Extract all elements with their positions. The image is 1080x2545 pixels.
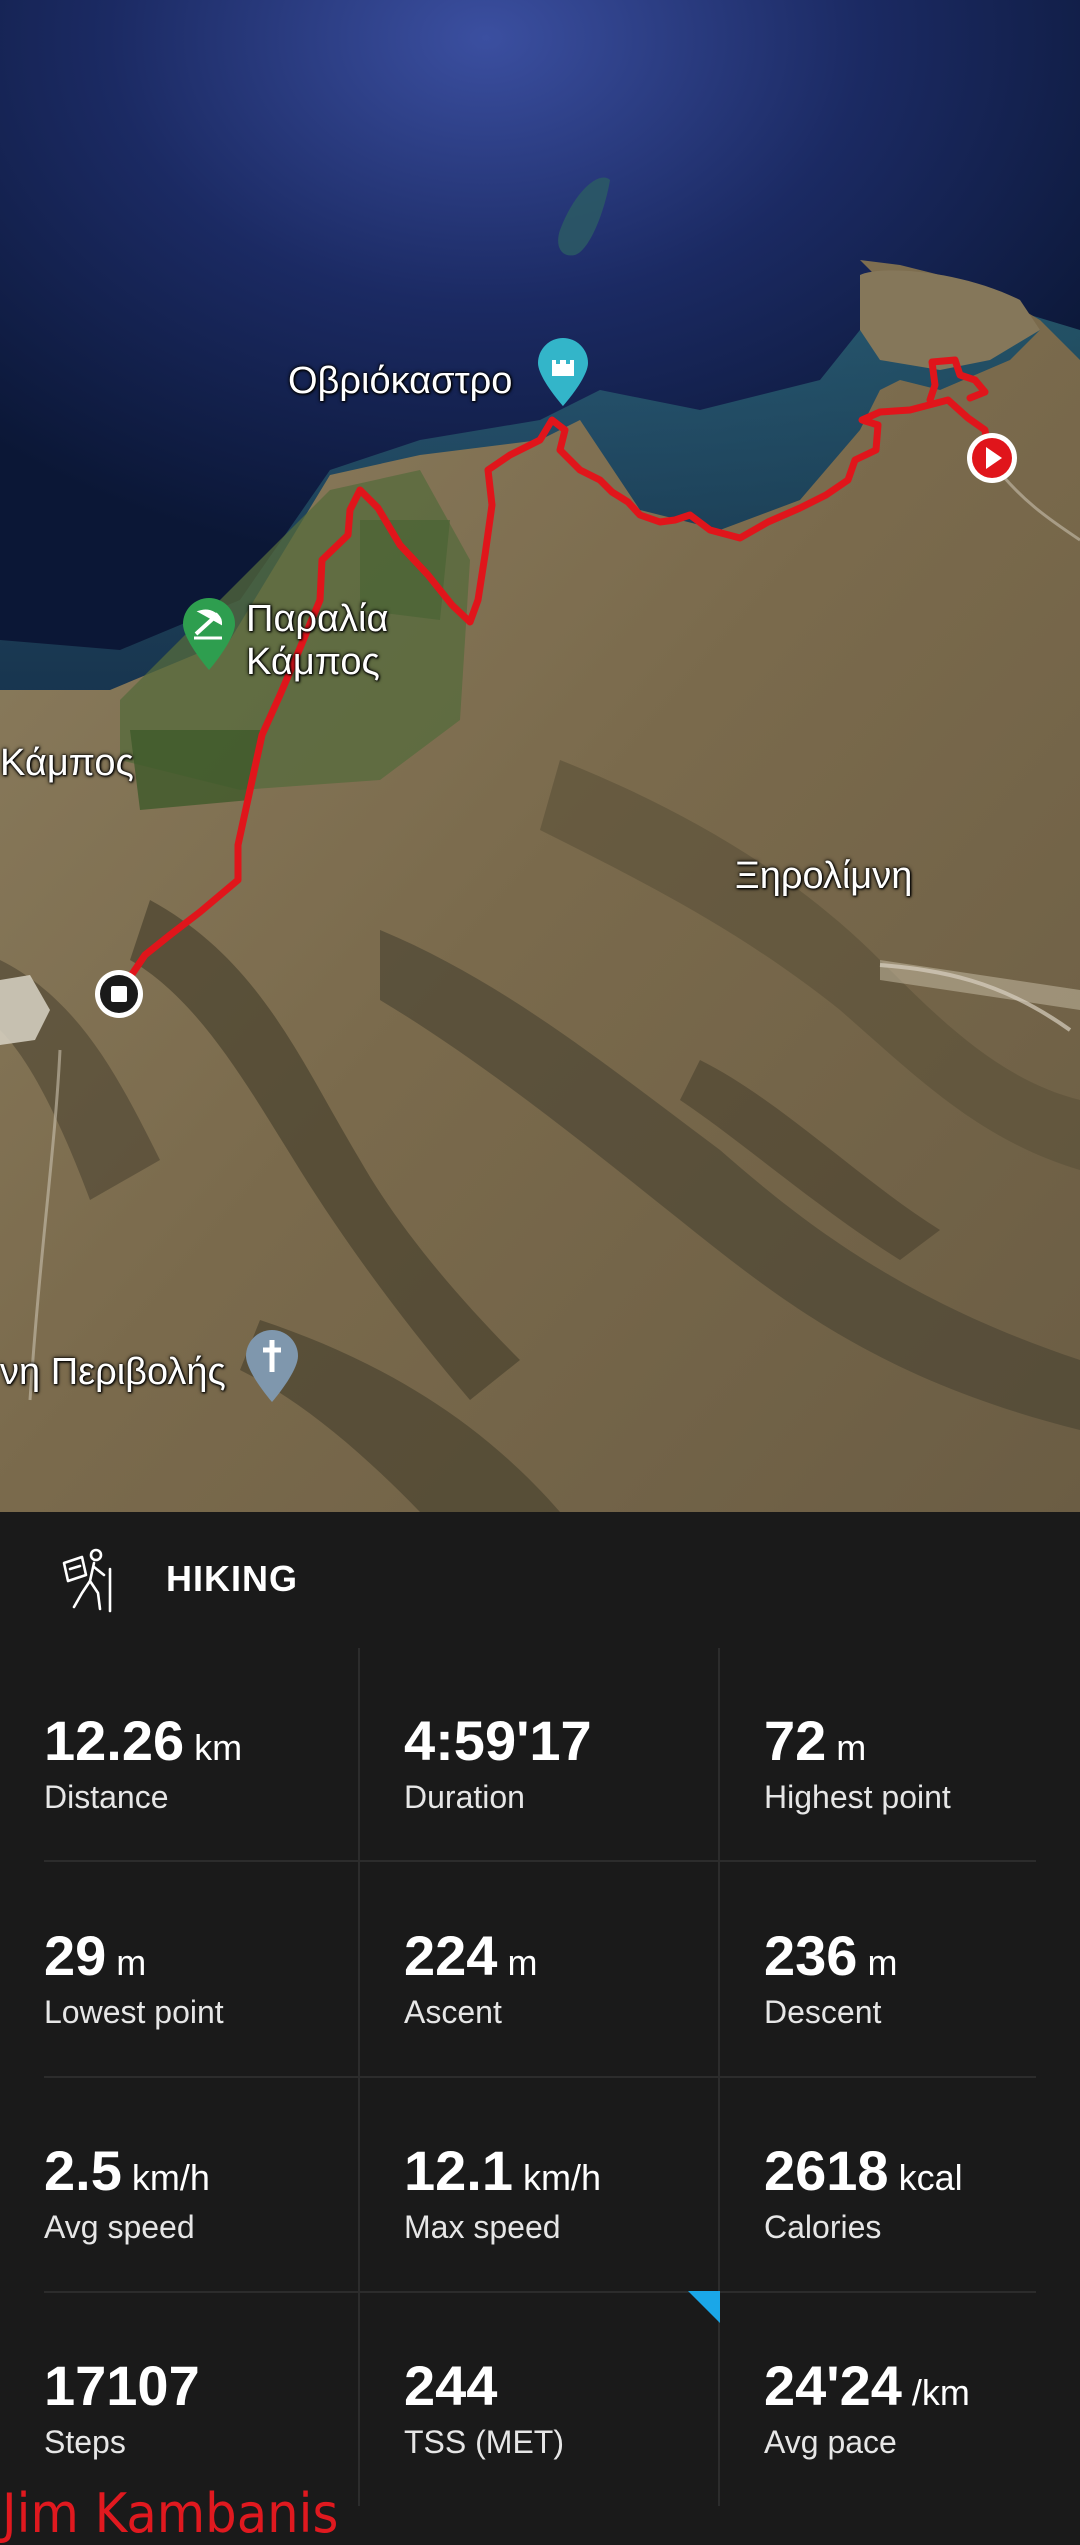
- stat-tss: 244 TSS (MET): [404, 2353, 734, 2461]
- stat-label: Max speed: [404, 2209, 561, 2245]
- stat-calories: 2618 kcal Calories: [764, 2138, 1080, 2246]
- activity-type-label: HIKING: [166, 1558, 298, 1599]
- stat-value: 29: [44, 1924, 107, 1987]
- stat-unit: m: [867, 1942, 898, 1983]
- watermark-signature: Jim Kambanis: [2, 2482, 339, 2545]
- stat-lowest-point: 29 m Lowest point: [44, 1923, 374, 2031]
- activity-header: [56, 1542, 120, 1622]
- stat-unit: m: [836, 1727, 867, 1768]
- place-label-paralia[interactable]: Παραλία: [246, 598, 388, 640]
- stat-unit: km: [194, 1727, 243, 1768]
- stat-ascent: 224 m Ascent: [404, 1923, 734, 2031]
- stat-steps: 17107 Steps: [44, 2353, 374, 2461]
- place-label-perivolis[interactable]: νη Περιβολής: [0, 1351, 226, 1393]
- stat-distance: 12.26 km Distance: [44, 1708, 374, 1816]
- stat-label: Distance: [44, 1779, 169, 1815]
- stat-avg-pace: 24'24/km Avg pace: [764, 2353, 1080, 2461]
- row-divider: [44, 2291, 1036, 2293]
- stat-max-speed: 12.1 km/h Max speed: [404, 2138, 734, 2246]
- stat-value: 72: [764, 1709, 827, 1772]
- stat-value: 17107: [44, 2354, 200, 2417]
- stat-unit: kcal: [898, 2157, 963, 2198]
- stat-highest-point: 72 m Highest point: [764, 1708, 1080, 1816]
- stat-avg-speed: 2.5 km/h Avg speed: [44, 2138, 374, 2246]
- stat-unit: /km: [911, 2372, 970, 2413]
- stat-label: Lowest point: [44, 1994, 224, 2030]
- play-icon[interactable]: [964, 430, 1020, 486]
- church-pin-icon[interactable]: [243, 1328, 301, 1404]
- stat-value: 2618: [764, 2139, 889, 2202]
- stat-label: Ascent: [404, 1994, 502, 2030]
- stat-label: Avg speed: [44, 2209, 195, 2245]
- map-view[interactable]: Οβριόκαστρο Παραλία Κάμπος Κάμπος Ξηρολί…: [0, 0, 1080, 1512]
- hiking-icon: [62, 1548, 112, 1613]
- stat-unit: m: [507, 1942, 538, 1983]
- stat-label: Descent: [764, 1994, 882, 2030]
- satellite-imagery: [0, 0, 1080, 1512]
- stat-value: 12.1: [404, 2139, 513, 2202]
- place-label-xirolimni[interactable]: Ξηρολίμνη: [735, 855, 912, 897]
- place-label-obriokastro[interactable]: Οβριόκαστρο: [288, 360, 512, 402]
- stat-descent: 236 m Descent: [764, 1923, 1080, 2031]
- stat-duration: 4:59'17 Duration: [404, 1708, 734, 1816]
- stat-unit: km/h: [131, 2157, 210, 2198]
- stat-value: 12.26: [44, 1709, 185, 1772]
- stat-value: 236: [764, 1924, 858, 1987]
- stat-value: 4:59'17: [404, 1709, 592, 1772]
- stat-value: 24'24: [764, 2354, 902, 2417]
- stat-label: TSS (MET): [404, 2424, 564, 2460]
- stop-icon[interactable]: [93, 968, 145, 1020]
- stat-value: 2.5: [44, 2139, 122, 2202]
- beach-pin-icon[interactable]: [180, 596, 238, 672]
- stat-label: Duration: [404, 1779, 525, 1815]
- castle-pin-icon[interactable]: [534, 336, 592, 408]
- stat-label: Highest point: [764, 1779, 951, 1815]
- row-divider: [44, 2076, 1036, 2078]
- stat-label: Steps: [44, 2424, 126, 2460]
- row-divider: [44, 1860, 1036, 1862]
- place-label-paralia-line2[interactable]: Κάμπος: [246, 641, 380, 683]
- place-label-kampos[interactable]: Κάμπος: [0, 742, 134, 784]
- stat-value: 224: [404, 1924, 498, 1987]
- info-corner-icon[interactable]: [688, 2291, 720, 2323]
- stat-value: 244: [404, 2354, 498, 2417]
- stat-label: Avg pace: [764, 2424, 897, 2460]
- stat-unit: m: [116, 1942, 147, 1983]
- stat-label: Calories: [764, 2209, 882, 2245]
- stat-unit: km/h: [523, 2157, 602, 2198]
